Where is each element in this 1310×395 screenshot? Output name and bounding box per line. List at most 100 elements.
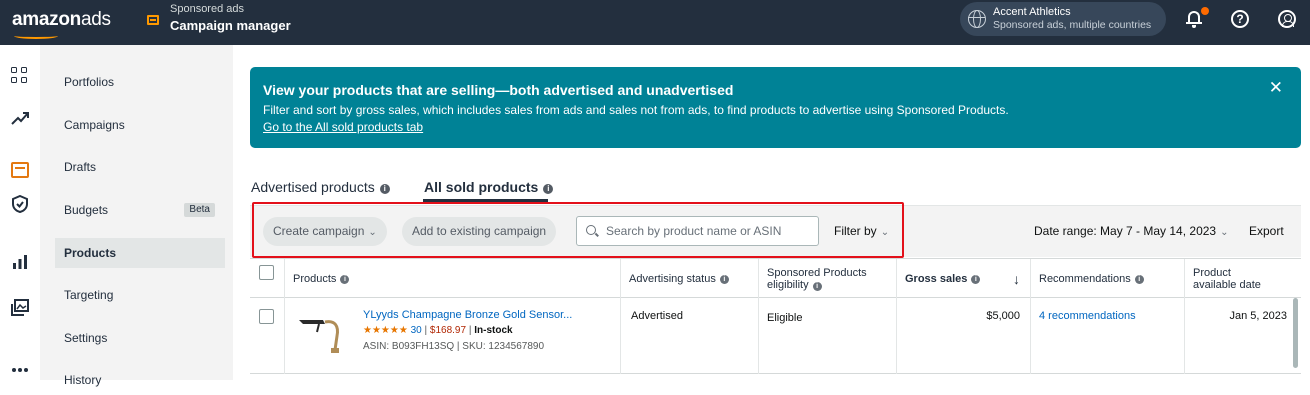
info-icon[interactable]: i — [340, 274, 350, 284]
user-icon[interactable] — [1278, 10, 1296, 28]
info-icon[interactable]: i — [971, 274, 981, 284]
sidebar-item-label: Drafts — [64, 160, 97, 174]
column-label: available date — [1193, 279, 1261, 291]
export-button[interactable]: Export — [1249, 224, 1284, 238]
gross-sales-value: $5,000 — [986, 310, 1020, 322]
row-checkbox[interactable] — [259, 309, 274, 324]
column-recommendations[interactable]: Recommendations i — [1030, 259, 1184, 299]
sidebar-item-portfolios[interactable]: Portfolios — [55, 67, 225, 97]
cell-eligibility: Eligible — [758, 298, 896, 374]
notification-dot — [1201, 7, 1209, 15]
sidebar-item-label: Products — [64, 246, 117, 260]
campaign-manager-rail-icon[interactable] — [11, 162, 29, 178]
banner-body: Filter and sort by gross sales, which in… — [263, 103, 1009, 117]
sidebar-item-settings[interactable]: Settings — [55, 323, 225, 353]
sidebar-item-label: History — [64, 373, 102, 387]
available-date: Jan 5, 2023 — [1229, 310, 1288, 322]
campaign-manager-icon — [147, 15, 159, 25]
sidebar-item-campaigns[interactable]: Campaigns — [55, 110, 225, 140]
dashboard-icon[interactable] — [11, 67, 29, 85]
account-description: Sponsored ads, multiple countries — [993, 19, 1152, 31]
info-icon[interactable]: i — [543, 184, 554, 194]
more-icon[interactable] — [11, 361, 29, 379]
help-icon[interactable]: ? — [1231, 10, 1249, 28]
globe-icon — [968, 10, 986, 28]
banner-link[interactable]: Go to the All sold products tab — [263, 120, 423, 134]
sidebar-item-history[interactable]: History — [55, 365, 225, 395]
column-label-line2: eligibility i — [767, 279, 867, 291]
sidebar-item-drafts[interactable]: Drafts — [55, 152, 225, 182]
sort-descending-icon[interactable]: ↓ — [1013, 271, 1020, 287]
cell-available-date: Jan 5, 2023 — [1184, 298, 1301, 374]
tab-label: All sold products — [424, 179, 539, 195]
stock-status: In-stock — [474, 325, 513, 336]
column-label: Product — [1193, 267, 1231, 279]
sidebar-item-budgets[interactable]: Budgets Beta — [55, 195, 225, 225]
sidebar-item-label: Budgets — [64, 203, 109, 217]
tab-all-sold-products[interactable]: All sold products i — [424, 179, 554, 195]
app-title[interactable]: Campaign manager — [170, 18, 291, 33]
app-subtitle: Sponsored ads — [170, 3, 244, 15]
table-row: YLyyds Champagne Bronze Gold Sensor... ★… — [250, 298, 1301, 374]
amazon-ads-logo[interactable]: amazonads — [12, 9, 111, 31]
advertising-status: Advertised — [631, 310, 683, 322]
info-icon[interactable]: i — [719, 274, 729, 284]
chevron-down-icon: ⌄ — [1220, 227, 1229, 238]
cell-recommendations: 4 recommendations — [1030, 298, 1184, 374]
tab-label: Advertised products — [251, 179, 375, 195]
asin-sku: ASIN: B093FH13SQ | SKU: 1234567890 — [363, 341, 545, 352]
sidebar-nav: Portfolios Campaigns Drafts Budgets Beta … — [40, 45, 233, 387]
column-label: Gross sales — [905, 273, 968, 285]
product-image[interactable] — [295, 310, 345, 354]
sidebar-item-label: Settings — [64, 331, 108, 345]
column-sp-eligibility[interactable]: Sponsored Products eligibility i — [758, 259, 896, 299]
sidebar-item-label: Targeting — [64, 288, 114, 302]
logo-smile-icon — [14, 33, 58, 39]
star-rating-icon: ★★★★★ — [363, 325, 408, 336]
column-label: Recommendations — [1039, 273, 1131, 285]
icon-rail — [0, 45, 40, 380]
cell-advertising-status: Advertised — [620, 298, 758, 374]
column-label: Products — [293, 273, 337, 285]
date-range-label: Date range: May 7 - May 14, 2023 — [1034, 224, 1217, 238]
date-range-dropdown[interactable]: Date range: May 7 - May 14, 2023 ⌄ — [1034, 224, 1229, 238]
column-label-group: Product available date — [1193, 267, 1261, 291]
column-advertising-status[interactable]: Advertising status i — [620, 259, 758, 299]
info-icon[interactable]: i — [1134, 274, 1144, 284]
column-label: eligibility — [767, 279, 809, 291]
top-bar: amazonads Sponsored ads Campaign manager… — [0, 0, 1310, 45]
select-all-checkbox[interactable] — [259, 265, 274, 280]
cell-product: YLyyds Champagne Bronze Gold Sensor... ★… — [284, 298, 620, 374]
rating-line: ★★★★★ 30 | $168.97 | In-stock — [363, 325, 513, 336]
info-icon[interactable]: i — [812, 282, 822, 291]
info-banner: View your products that are selling—both… — [250, 67, 1301, 148]
account-switcher[interactable]: Accent Athletics Sponsored ads, multiple… — [960, 2, 1166, 36]
column-label: Sponsored Products — [767, 267, 867, 279]
column-products[interactable]: Products i — [284, 259, 620, 299]
info-icon[interactable]: i — [379, 184, 390, 194]
shield-icon[interactable] — [11, 195, 29, 213]
cell-gross-sales: $5,000 — [896, 298, 1030, 374]
close-icon[interactable]: ✕ — [1269, 78, 1283, 98]
logo-main-text: amazon — [12, 9, 81, 30]
sidebar-item-label: Portfolios — [64, 75, 115, 89]
product-name-link[interactable]: YLyyds Champagne Bronze Gold Sensor... — [363, 309, 572, 321]
account-name: Accent Athletics — [993, 6, 1071, 18]
rating-count[interactable]: 30 — [411, 325, 422, 336]
vertical-scrollbar[interactable] — [1293, 298, 1298, 368]
highlight-box — [252, 202, 904, 258]
sidebar-item-targeting[interactable]: Targeting — [55, 280, 225, 310]
column-label-group: Sponsored Products eligibility i — [767, 267, 867, 291]
table-header: Products i Advertising status i Sponsored … — [250, 258, 1301, 299]
media-library-icon[interactable] — [11, 299, 29, 317]
logo-sub-text: ads — [80, 9, 111, 30]
banner-title: View your products that are selling—both… — [263, 82, 734, 98]
bar-chart-icon[interactable] — [11, 253, 29, 271]
sidebar-item-products[interactable]: Products — [55, 238, 225, 268]
tab-advertised-products[interactable]: Advertised products i — [251, 179, 390, 195]
trend-icon[interactable] — [11, 109, 29, 127]
bell-icon[interactable] — [1186, 9, 1202, 29]
column-available-date[interactable]: Product available date — [1184, 259, 1301, 299]
recommendations-link[interactable]: 4 recommendations — [1039, 310, 1136, 322]
column-gross-sales[interactable]: Gross sales i ↓ — [896, 259, 1030, 299]
